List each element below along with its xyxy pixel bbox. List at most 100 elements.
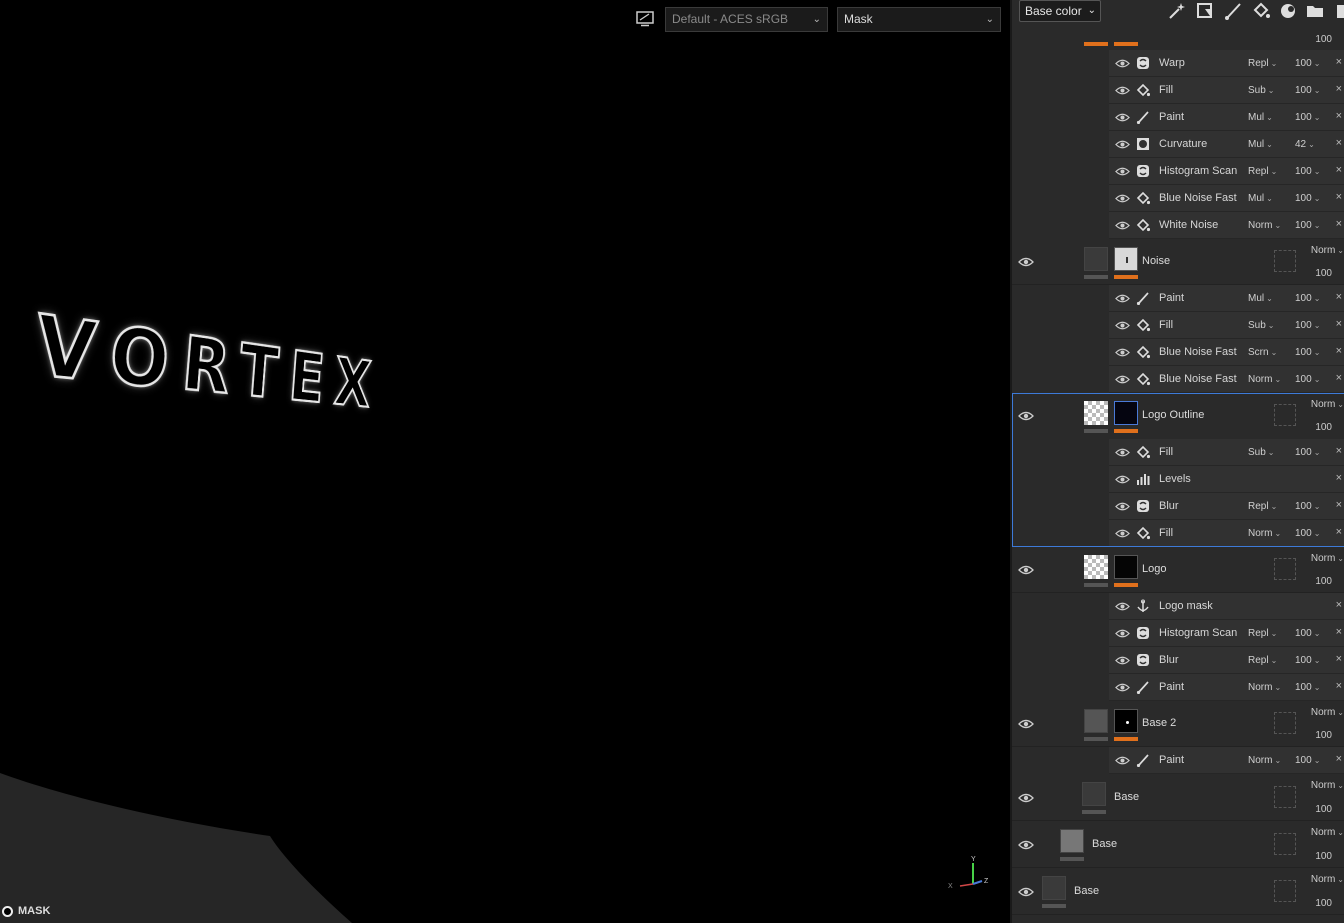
blend-mode-dropdown[interactable]: Norm ⌄ xyxy=(1248,682,1281,693)
effect-opacity[interactable]: 100 ⌄ xyxy=(1295,682,1320,693)
blend-mode-dropdown[interactable]: Norm ⌄ xyxy=(1248,220,1281,231)
blend-mode-dropdown[interactable]: Repl ⌄ xyxy=(1248,58,1277,69)
layer-row[interactable]: Base Norm ⌄ 100 xyxy=(1012,774,1344,821)
visibility-eye-icon[interactable] xyxy=(1115,681,1130,694)
visibility-eye-icon[interactable] xyxy=(1018,409,1034,423)
blend-mode-dropdown[interactable]: Norm ⌄ xyxy=(1311,245,1344,256)
mask-slot[interactable] xyxy=(1274,404,1296,426)
remove-effect-icon[interactable]: × xyxy=(1336,372,1342,384)
visibility-eye-icon[interactable] xyxy=(1115,165,1130,178)
visibility-eye-icon[interactable] xyxy=(1115,84,1130,97)
visibility-eye-icon[interactable] xyxy=(1115,600,1130,613)
visibility-eye-icon[interactable] xyxy=(1115,373,1130,386)
layer-row-partial[interactable]: 100 xyxy=(1012,0,1344,51)
effect-row[interactable]: Histogram Scan Repl ⌄ 100 ⌄ × xyxy=(1109,158,1344,185)
layer-opacity[interactable]: 100 xyxy=(1315,730,1332,741)
effect-opacity[interactable]: 100 ⌄ xyxy=(1295,655,1320,666)
mask-slot[interactable] xyxy=(1274,250,1296,272)
remove-effect-icon[interactable]: × xyxy=(1336,318,1342,330)
effect-opacity[interactable]: 100 ⌄ xyxy=(1295,112,1320,123)
visibility-eye-icon[interactable] xyxy=(1115,500,1130,513)
visibility-eye-icon[interactable] xyxy=(1115,473,1130,486)
blend-mode-dropdown[interactable]: Mul ⌄ xyxy=(1248,112,1273,123)
effect-opacity[interactable]: 100 ⌄ xyxy=(1295,166,1320,177)
effect-row[interactable]: Paint Norm ⌄ 100 ⌄ × xyxy=(1109,747,1344,774)
layer-opacity[interactable]: 100 xyxy=(1315,422,1332,433)
effect-row[interactable]: Fill Sub ⌄ 100 ⌄ × xyxy=(1109,77,1344,104)
remove-effect-icon[interactable]: × xyxy=(1336,680,1342,692)
visibility-eye-icon[interactable] xyxy=(1115,446,1130,459)
display-settings-icon[interactable] xyxy=(636,11,654,27)
layer-row[interactable]: Base Norm ⌄ 100 xyxy=(1012,821,1344,868)
remove-effect-icon[interactable]: × xyxy=(1336,218,1342,230)
effect-row[interactable]: Fill Sub ⌄ 100 ⌄ × xyxy=(1109,312,1344,339)
layer-opacity[interactable]: 100 xyxy=(1315,268,1332,279)
visibility-eye-icon[interactable] xyxy=(1018,791,1034,805)
effect-row[interactable]: Levels × xyxy=(1109,466,1344,493)
remove-effect-icon[interactable]: × xyxy=(1336,164,1342,176)
effect-opacity[interactable]: 100 ⌄ xyxy=(1295,293,1320,304)
effect-row[interactable]: Logo mask × xyxy=(1109,593,1344,620)
layer-opacity[interactable]: 100 xyxy=(1315,898,1332,909)
effect-row[interactable]: Blur Repl ⌄ 100 ⌄ × xyxy=(1109,493,1344,520)
visibility-eye-icon[interactable] xyxy=(1018,255,1034,269)
remove-effect-icon[interactable]: × xyxy=(1336,526,1342,538)
mask-slot[interactable] xyxy=(1274,712,1296,734)
layer-opacity[interactable]: 100 xyxy=(1315,851,1332,862)
remove-effect-icon[interactable]: × xyxy=(1336,445,1342,457)
visibility-eye-icon[interactable] xyxy=(1018,563,1034,577)
blend-mode-dropdown[interactable]: Norm ⌄ xyxy=(1311,399,1344,410)
visibility-eye-icon[interactable] xyxy=(1115,754,1130,767)
blend-mode-dropdown[interactable]: Repl ⌄ xyxy=(1248,628,1277,639)
blend-mode-dropdown[interactable]: Scrn ⌄ xyxy=(1248,347,1277,358)
remove-effect-icon[interactable]: × xyxy=(1336,291,1342,303)
visibility-eye-icon[interactable] xyxy=(1115,527,1130,540)
effect-opacity[interactable]: 100 ⌄ xyxy=(1295,755,1320,766)
layer-row[interactable]: Logo Norm ⌄ 100 xyxy=(1012,547,1344,593)
remove-effect-icon[interactable]: × xyxy=(1336,345,1342,357)
remove-effect-icon[interactable]: × xyxy=(1336,499,1342,511)
remove-effect-icon[interactable]: × xyxy=(1336,137,1342,149)
mask-slot[interactable] xyxy=(1274,832,1296,855)
3d-viewport[interactable]: VORTEX Default - ACES sRGB ⌄ Mask ⌄ Y X … xyxy=(0,0,1010,923)
effect-opacity[interactable]: 42 ⌄ xyxy=(1295,139,1315,150)
effect-opacity[interactable]: 100 ⌄ xyxy=(1295,58,1320,69)
mask-slot[interactable] xyxy=(1274,879,1296,902)
effect-opacity[interactable]: 100 ⌄ xyxy=(1295,628,1320,639)
layer-opacity[interactable]: 100 xyxy=(1315,576,1332,587)
effect-opacity[interactable]: 100 ⌄ xyxy=(1295,528,1320,539)
mask-slot[interactable] xyxy=(1274,785,1296,808)
effect-opacity[interactable]: 100 ⌄ xyxy=(1295,347,1320,358)
blend-mode-dropdown[interactable]: Norm ⌄ xyxy=(1248,374,1281,385)
visibility-eye-icon[interactable] xyxy=(1115,219,1130,232)
visibility-eye-icon[interactable] xyxy=(1115,111,1130,124)
effect-row[interactable]: Blur Repl ⌄ 100 ⌄ × xyxy=(1109,647,1344,674)
effect-opacity[interactable]: 100 ⌄ xyxy=(1295,85,1320,96)
effect-opacity[interactable]: 100 ⌄ xyxy=(1295,447,1320,458)
blend-mode-dropdown[interactable]: Sub ⌄ xyxy=(1248,85,1275,96)
layer-opacity[interactable]: 100 xyxy=(1315,804,1332,815)
effect-row[interactable]: Blue Noise Fast Scrn ⌄ 100 ⌄ × xyxy=(1109,339,1344,366)
remove-effect-icon[interactable]: × xyxy=(1336,472,1342,484)
remove-effect-icon[interactable]: × xyxy=(1336,599,1342,611)
blend-mode-dropdown[interactable]: Norm ⌄ xyxy=(1248,528,1281,539)
blend-mode-dropdown[interactable]: Mul ⌄ xyxy=(1248,139,1273,150)
visibility-eye-icon[interactable] xyxy=(1018,885,1034,899)
blend-mode-dropdown[interactable]: Norm ⌄ xyxy=(1311,780,1344,791)
visibility-eye-icon[interactable] xyxy=(1115,57,1130,70)
effect-row[interactable]: Paint Mul ⌄ 100 ⌄ × xyxy=(1109,285,1344,312)
blend-mode-dropdown[interactable]: Norm ⌄ xyxy=(1311,553,1344,564)
remove-effect-icon[interactable]: × xyxy=(1336,753,1342,765)
visibility-eye-icon[interactable] xyxy=(1018,838,1034,852)
blend-mode-dropdown[interactable]: Norm ⌄ xyxy=(1311,827,1344,838)
remove-effect-icon[interactable]: × xyxy=(1336,56,1342,68)
blend-mode-dropdown[interactable]: Repl ⌄ xyxy=(1248,166,1277,177)
effect-row[interactable]: Histogram Scan Repl ⌄ 100 ⌄ × xyxy=(1109,620,1344,647)
visibility-eye-icon[interactable] xyxy=(1115,627,1130,640)
remove-effect-icon[interactable]: × xyxy=(1336,626,1342,638)
visibility-eye-icon[interactable] xyxy=(1115,192,1130,205)
effect-row[interactable]: Blue Noise Fast Norm ⌄ 100 ⌄ × xyxy=(1109,366,1344,393)
effect-row[interactable]: Fill Sub ⌄ 100 ⌄ × xyxy=(1109,439,1344,466)
layer-row[interactable]: Base 2 Norm ⌄ 100 xyxy=(1012,701,1344,747)
effect-opacity[interactable]: 100 ⌄ xyxy=(1295,374,1320,385)
